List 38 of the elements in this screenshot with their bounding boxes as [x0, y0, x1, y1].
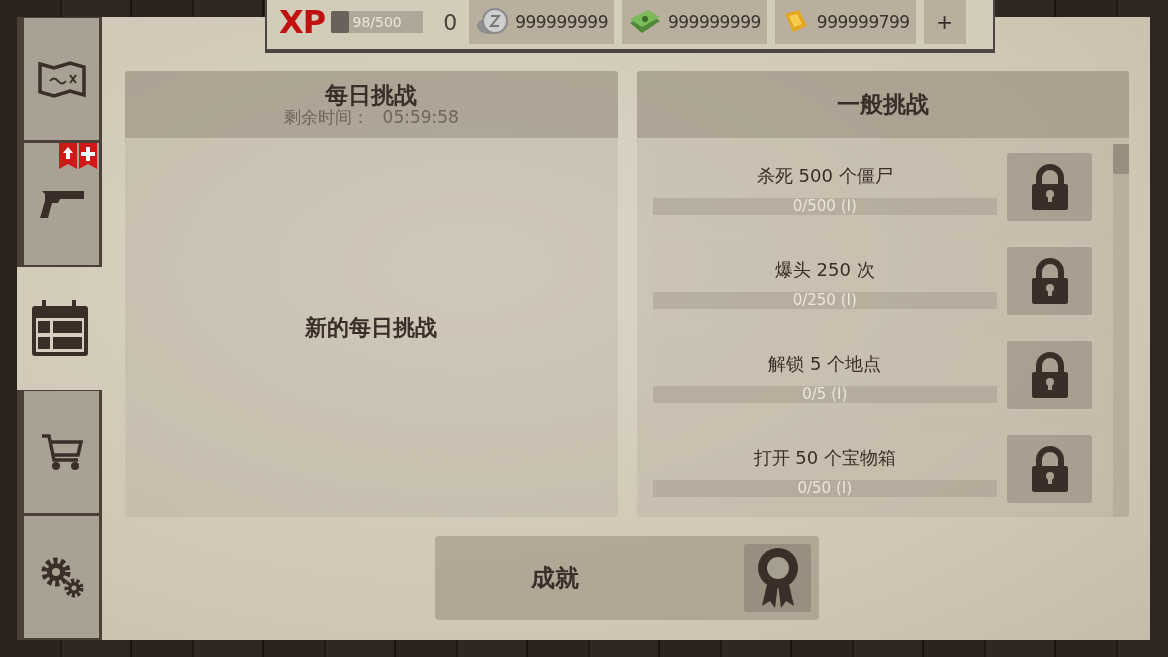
cart-icon [39, 432, 84, 472]
plus-badge [79, 143, 97, 169]
panel-title: 一般挑战 [836, 91, 929, 118]
lock-icon [1029, 351, 1070, 399]
challenge-title: 爆头 250 次 [774, 257, 875, 282]
xp-label: XP [279, 3, 326, 41]
lock-icon [1029, 257, 1070, 305]
progress-text: 0/5 (I) [802, 385, 848, 403]
challenge-title: 解锁 5 个地点 [768, 351, 882, 376]
sidebar-tab[interactable] [17, 142, 102, 267]
progress-text: 0/50 (I) [797, 479, 853, 497]
pistol-icon [37, 188, 86, 220]
challenge-title: 打开 50 个宝物箱 [753, 445, 896, 470]
sidebar-tab[interactable] [17, 515, 102, 640]
add-currency-button[interactable]: + [923, 0, 966, 44]
currency-amount: 999999999 [667, 12, 761, 32]
sidebar-tab[interactable] [17, 390, 102, 515]
coin-icon [475, 8, 510, 36]
progress-text: 0/250 (I) [792, 291, 857, 309]
lock-icon [1029, 445, 1070, 493]
map-icon [36, 59, 87, 99]
panel-title: 每日挑战 [325, 82, 418, 108]
sidebar-tab[interactable] [17, 17, 102, 142]
calendar-icon [29, 299, 90, 358]
countdown-timer: 05:59:58 [382, 107, 459, 127]
scrollbar[interactable] [1113, 144, 1129, 517]
timer-label: 剩余时间： [283, 107, 369, 127]
award-ribbon-icon [755, 546, 800, 610]
challenge-title: 杀死 500 个僵尸 [756, 163, 893, 188]
currency-amount: 999999999 [515, 12, 608, 32]
new-challenge-message: 新的每日挑战 [305, 313, 438, 342]
xp-reading: 98/500 [352, 14, 402, 30]
progress-text: 0/500 (I) [792, 197, 857, 215]
currency-amount: 999999799 [816, 12, 910, 32]
achievements-button[interactable]: 成就 [435, 536, 819, 620]
upgrade-badge [59, 143, 77, 169]
player-level: 0 [442, 9, 459, 35]
lock-icon [1029, 163, 1070, 211]
